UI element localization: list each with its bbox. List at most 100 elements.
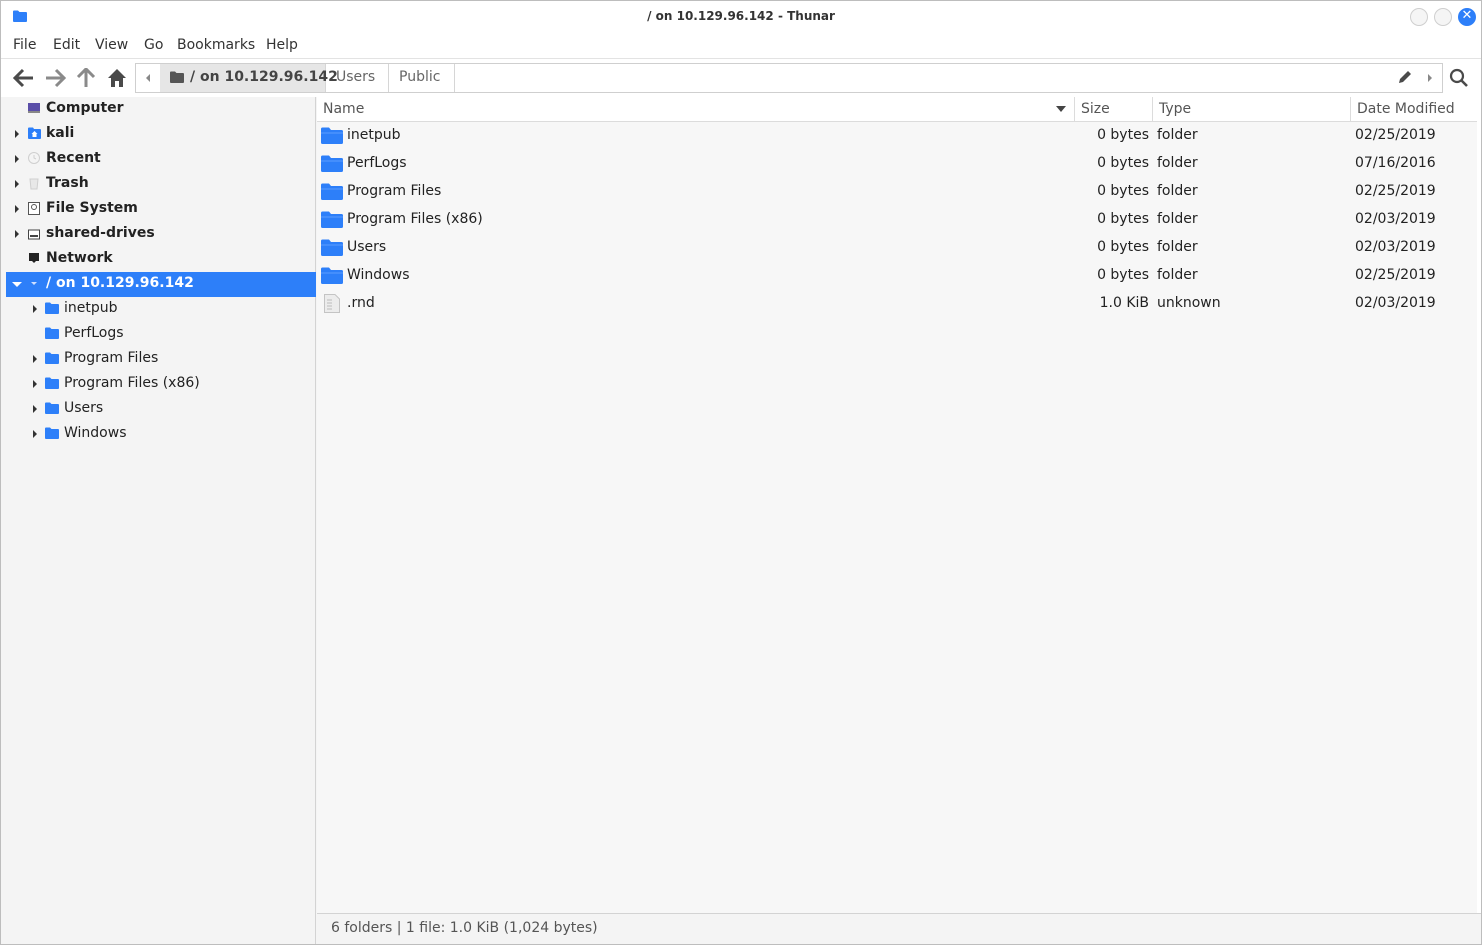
folder-icon bbox=[45, 327, 59, 343]
arrow-up-icon bbox=[76, 66, 96, 87]
folder-icon bbox=[45, 352, 59, 368]
folder-icon bbox=[321, 211, 343, 232]
sidebar-item-program-files[interactable]: Program Files bbox=[6, 347, 316, 372]
sidebar-item-kali[interactable]: kali bbox=[6, 122, 316, 147]
crumb-users[interactable]: Users bbox=[326, 64, 389, 92]
file-row[interactable]: inetpub 0 bytes folder 02/25/2019 bbox=[317, 122, 1477, 150]
menu-bookmarks[interactable]: Bookmarks bbox=[177, 37, 255, 53]
up-button[interactable] bbox=[76, 66, 98, 88]
sidebar-item-inetpub[interactable]: inetpub bbox=[6, 297, 316, 322]
folder-icon bbox=[45, 302, 59, 318]
sort-descending-icon bbox=[1056, 106, 1066, 112]
window-title: / on 10.129.96.142 - Thunar bbox=[647, 9, 835, 23]
file-icon bbox=[324, 294, 340, 317]
remote-share-icon bbox=[28, 277, 40, 293]
sidebar-item-computer[interactable]: Computer bbox=[6, 97, 316, 122]
arrow-left-icon bbox=[12, 68, 33, 88]
file-list-view[interactable]: Name Size Type Date Modified inetpub 0 b… bbox=[317, 97, 1477, 913]
file-row[interactable]: .rnd 1.0 KiB unknown 02/03/2019 bbox=[317, 290, 1477, 318]
path-scroll-left[interactable] bbox=[136, 64, 160, 92]
path-bar: / on 10.129.96.142 Users Public bbox=[135, 63, 1443, 93]
sidebar-item-shared-drives[interactable]: shared-drives bbox=[6, 222, 316, 247]
search-icon bbox=[1449, 68, 1468, 87]
edit-location-button[interactable] bbox=[1398, 70, 1412, 88]
sidebar-item-recent[interactable]: Recent bbox=[6, 147, 316, 172]
trash-icon bbox=[28, 177, 40, 194]
column-header: Name Size Type Date Modified bbox=[317, 97, 1477, 122]
folder-icon bbox=[321, 239, 343, 260]
menu-view[interactable]: View bbox=[95, 37, 128, 53]
thunar-window: / on 10.129.96.142 - Thunar ✕ File Edit … bbox=[0, 0, 1482, 945]
sidebar-item-windows[interactable]: Windows bbox=[6, 422, 316, 447]
column-name-header[interactable]: Name bbox=[317, 97, 1075, 122]
close-button[interactable]: ✕ bbox=[1458, 8, 1476, 26]
menu-go[interactable]: Go bbox=[144, 37, 163, 53]
status-bar: 6 folders | 1 file: 1.0 KiB (1,024 bytes… bbox=[317, 913, 1481, 944]
folder-icon bbox=[321, 183, 343, 204]
scrollbar-track[interactable] bbox=[1477, 97, 1481, 913]
sidebar-item-users[interactable]: Users bbox=[6, 397, 316, 422]
folder-icon bbox=[170, 71, 184, 87]
menu-file[interactable]: File bbox=[13, 37, 36, 53]
crumb-public[interactable]: Public bbox=[389, 64, 455, 92]
file-row[interactable]: Program Files (x86) 0 bytes folder 02/03… bbox=[317, 206, 1477, 234]
pencil-icon bbox=[1399, 71, 1411, 83]
forward-button[interactable] bbox=[44, 68, 67, 88]
status-text: 6 folders | 1 file: 1.0 KiB (1,024 bytes… bbox=[331, 920, 598, 936]
home-icon bbox=[108, 69, 126, 87]
path-scroll-right[interactable] bbox=[1418, 64, 1442, 92]
sidebar-item-perflogs[interactable]: PerfLogs bbox=[6, 322, 316, 347]
maximize-button[interactable] bbox=[1434, 8, 1452, 26]
file-row[interactable]: Users 0 bytes folder 02/03/2019 bbox=[317, 234, 1477, 262]
search-button[interactable] bbox=[1449, 68, 1469, 92]
arrow-right-icon bbox=[46, 68, 67, 88]
menu-help[interactable]: Help bbox=[266, 37, 298, 53]
chevron-right-icon bbox=[1428, 74, 1432, 82]
expander-icon[interactable] bbox=[12, 203, 22, 215]
sidebar-tree: Computer kali Recent Trash File System s… bbox=[1, 97, 316, 944]
folder-icon bbox=[45, 427, 59, 443]
sidebar-item-trash[interactable]: Trash bbox=[6, 172, 316, 197]
expander-icon[interactable] bbox=[30, 403, 40, 415]
expander-icon[interactable] bbox=[30, 303, 40, 315]
expander-icon[interactable] bbox=[12, 228, 22, 240]
crumb-root[interactable]: / on 10.129.96.142 bbox=[160, 64, 338, 92]
folder-icon bbox=[321, 155, 343, 176]
drive-icon bbox=[28, 227, 40, 244]
menu-bar: File Edit View Go Bookmarks Help bbox=[1, 32, 1481, 59]
computer-icon bbox=[28, 102, 40, 118]
menu-edit[interactable]: Edit bbox=[53, 37, 80, 53]
folder-icon bbox=[321, 267, 343, 288]
sidebar-item-remote-share[interactable]: / on 10.129.96.142 bbox=[6, 272, 316, 297]
close-icon: ✕ bbox=[1461, 8, 1473, 23]
sidebar-item-file-system[interactable]: File System bbox=[6, 197, 316, 222]
chevron-left-icon bbox=[146, 74, 150, 82]
minimize-button[interactable] bbox=[1410, 8, 1428, 26]
clock-icon bbox=[28, 152, 40, 168]
sidebar-item-network[interactable]: Network bbox=[6, 247, 316, 272]
folder-icon bbox=[321, 127, 343, 148]
column-type-header[interactable]: Type bbox=[1153, 97, 1351, 122]
expander-icon[interactable] bbox=[12, 178, 22, 190]
network-icon bbox=[28, 252, 40, 268]
column-date-header[interactable]: Date Modified bbox=[1351, 97, 1477, 122]
expander-icon[interactable] bbox=[30, 428, 40, 440]
expander-icon[interactable] bbox=[12, 153, 22, 165]
back-button[interactable] bbox=[12, 68, 35, 88]
file-row[interactable]: Windows 0 bytes folder 02/25/2019 bbox=[317, 262, 1477, 290]
file-row[interactable]: Program Files 0 bytes folder 02/25/2019 bbox=[317, 178, 1477, 206]
expander-open-icon[interactable] bbox=[11, 278, 22, 290]
sidebar-item-program-files-x86[interactable]: Program Files (x86) bbox=[6, 372, 316, 397]
home-button[interactable] bbox=[107, 68, 129, 88]
expander-icon[interactable] bbox=[12, 128, 22, 140]
home-folder-icon bbox=[28, 127, 41, 143]
file-row[interactable]: PerfLogs 0 bytes folder 07/16/2016 bbox=[317, 150, 1477, 178]
column-size-header[interactable]: Size bbox=[1075, 97, 1153, 122]
expander-icon[interactable] bbox=[30, 378, 40, 390]
expander-icon[interactable] bbox=[30, 353, 40, 365]
folder-icon bbox=[45, 402, 59, 418]
title-bar[interactable]: / on 10.129.96.142 - Thunar ✕ bbox=[1, 1, 1481, 32]
drive-icon bbox=[28, 202, 40, 219]
folder-icon bbox=[45, 377, 59, 393]
toolbar: / on 10.129.96.142 Users Public bbox=[1, 59, 1481, 97]
